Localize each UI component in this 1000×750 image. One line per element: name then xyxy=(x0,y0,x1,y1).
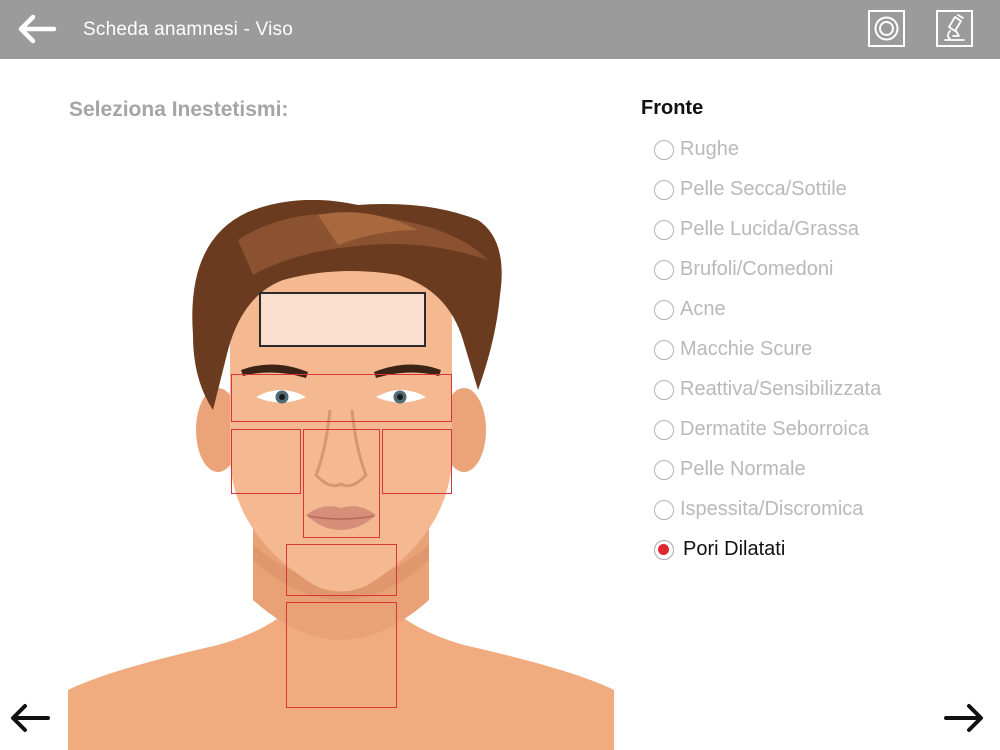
option-label: Pelle Normale xyxy=(680,458,806,480)
target-icon xyxy=(874,16,899,41)
option-label: Brufoli/Comedoni xyxy=(680,258,834,280)
arrow-right-icon xyxy=(944,704,983,732)
zone-title: Fronte xyxy=(641,97,704,119)
blemish-options: Rughe Pelle Secca/Sottile Pelle Lucida/G… xyxy=(654,138,954,578)
top-bar: Scheda anamnesi - Viso xyxy=(0,0,1000,59)
option-label: Pelle Lucida/Grassa xyxy=(680,218,859,240)
option-pelle-lucida[interactable]: Pelle Lucida/Grassa xyxy=(654,218,954,258)
zone-forehead[interactable] xyxy=(259,292,426,347)
option-pori-dilatati[interactable]: Pori Dilatati xyxy=(654,538,954,578)
option-label: Pori Dilatati xyxy=(683,538,786,560)
radio-button[interactable] xyxy=(654,180,674,200)
microscope-button[interactable] xyxy=(936,10,973,47)
radio-button[interactable] xyxy=(654,420,674,440)
option-rughe[interactable]: Rughe xyxy=(654,138,954,178)
zone-eyes[interactable] xyxy=(231,374,452,422)
page-title: Scheda anamnesi - Viso xyxy=(83,19,294,40)
zone-neck[interactable] xyxy=(286,602,397,708)
option-ispessita[interactable]: Ispessita/Discromica xyxy=(654,498,954,538)
arrow-left-icon xyxy=(11,704,50,732)
radio-button[interactable] xyxy=(654,140,674,160)
radio-button[interactable] xyxy=(654,220,674,240)
option-acne[interactable]: Acne xyxy=(654,298,954,338)
radio-button-checked[interactable] xyxy=(654,540,674,560)
face-map xyxy=(68,200,614,750)
radio-button[interactable] xyxy=(654,500,674,520)
option-label: Dermatite Seborroica xyxy=(680,418,869,440)
back-arrow-icon xyxy=(18,14,57,44)
microscope-icon xyxy=(944,14,965,41)
option-label: Macchie Scure xyxy=(680,338,813,360)
option-reattiva[interactable]: Reattiva/Sensibilizzata xyxy=(654,378,954,418)
radio-button[interactable] xyxy=(654,460,674,480)
option-label: Rughe xyxy=(680,138,739,160)
next-button[interactable] xyxy=(942,700,986,736)
zone-chin[interactable] xyxy=(286,544,397,596)
option-label: Pelle Secca/Sottile xyxy=(680,178,847,200)
option-label: Acne xyxy=(680,298,726,320)
zone-right-cheek[interactable] xyxy=(231,429,301,494)
target-button[interactable] xyxy=(868,10,905,47)
radio-button[interactable] xyxy=(654,260,674,280)
option-pelle-secca[interactable]: Pelle Secca/Sottile xyxy=(654,178,954,218)
radio-button[interactable] xyxy=(654,340,674,360)
select-blemishes-heading: Seleziona Inestetismi: xyxy=(69,98,289,121)
radio-button[interactable] xyxy=(654,300,674,320)
zone-left-cheek[interactable] xyxy=(382,429,452,494)
option-label: Reattiva/Sensibilizzata xyxy=(680,378,882,400)
zone-nose[interactable] xyxy=(303,429,380,538)
option-macchie-scure[interactable]: Macchie Scure xyxy=(654,338,954,378)
option-label: Ispessita/Discromica xyxy=(680,498,864,520)
radio-button[interactable] xyxy=(654,380,674,400)
option-dermatite[interactable]: Dermatite Seborroica xyxy=(654,418,954,458)
previous-button[interactable] xyxy=(8,700,52,736)
option-pelle-normale[interactable]: Pelle Normale xyxy=(654,458,954,498)
back-button[interactable] xyxy=(16,12,58,46)
option-brufoli[interactable]: Brufoli/Comedoni xyxy=(654,258,954,298)
